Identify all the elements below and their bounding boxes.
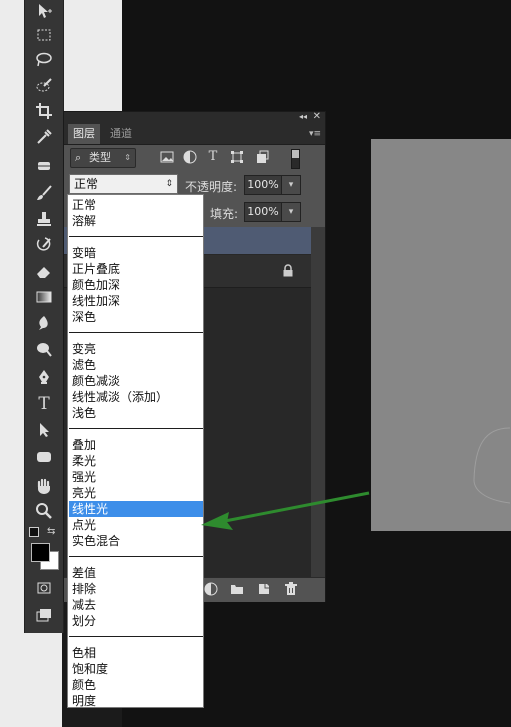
zoom-tool-icon[interactable] [25, 500, 63, 522]
blend-mode-option[interactable]: 线性光 [69, 501, 203, 517]
menu-separator [69, 636, 203, 637]
color-swatch-icon[interactable]: ⇆ [29, 525, 59, 570]
blend-mode-select[interactable]: 正常 ⇕ [69, 174, 178, 194]
adjustment-layer-icon[interactable] [204, 582, 218, 596]
lock-icon [283, 264, 293, 277]
blend-mode-option[interactable]: 排除 [69, 581, 203, 597]
blend-mode-option[interactable]: 实色混合 [69, 533, 203, 549]
pen-tool-icon[interactable] [25, 366, 63, 388]
path-selection-icon[interactable] [25, 419, 63, 441]
trash-icon[interactable] [284, 582, 298, 596]
filter-smart-object-icon[interactable] [255, 150, 269, 164]
blend-mode-option[interactable]: 线性减淡（添加） [69, 389, 203, 405]
blend-mode-option[interactable]: 颜色加深 [69, 277, 203, 293]
blend-mode-option[interactable]: 正片叠底 [69, 261, 203, 277]
panel-menu-icon[interactable]: ▾≡ [309, 129, 321, 139]
healing-brush-icon[interactable] [25, 155, 63, 177]
filter-shape-icon[interactable] [230, 150, 244, 164]
clone-stamp-icon[interactable] [25, 208, 63, 230]
fill-label: 填充: [210, 207, 239, 221]
filter-kind-label: 类型 [89, 151, 111, 164]
blend-mode-option[interactable]: 滤色 [69, 357, 203, 373]
crop-tool-icon[interactable] [25, 100, 63, 122]
blend-mode-dropdown: 正常 溶解变暗 正片叠底 颜色加深 线性加深 深色变亮 滤色 颜色减淡 线性减淡（添加） 浅色叠加… [67, 194, 204, 708]
tools-panel: T ⇆ [24, 0, 64, 633]
updown-arrow-icon: ⇕ [124, 153, 131, 162]
blend-mode-option[interactable]: 点光 [69, 517, 203, 533]
menu-separator [69, 236, 203, 237]
panel-title-bar[interactable]: ◂◂ ✕ [64, 111, 325, 124]
blend-mode-option[interactable]: 溶解 [69, 213, 203, 229]
eraser-icon[interactable] [25, 260, 63, 282]
collapse-icon[interactable]: ◂◂ [299, 112, 307, 121]
filter-type-icon[interactable]: T [206, 150, 220, 164]
menu-separator [69, 428, 203, 429]
blend-mode-option[interactable]: 颜色减淡 [69, 373, 203, 389]
document-curve [473, 427, 511, 504]
blend-mode-option[interactable]: 差值 [69, 565, 203, 581]
blend-mode-option[interactable]: 变亮 [69, 341, 203, 357]
gradient-tool-icon[interactable] [25, 286, 63, 308]
type-tool-icon[interactable]: T [25, 393, 63, 415]
eyedropper-icon[interactable] [25, 126, 63, 148]
new-layer-icon[interactable] [257, 582, 271, 596]
filter-kind-select[interactable]: ⌕ 类型 ⇕ [70, 148, 136, 168]
updown-arrow-icon: ⇕ [165, 179, 173, 189]
history-brush-icon[interactable] [25, 234, 63, 256]
blend-mode-value: 正常 [74, 177, 99, 191]
filter-toggle-switch[interactable] [291, 149, 300, 169]
blend-mode-option[interactable]: 色相 [69, 645, 203, 661]
tab-layers[interactable]: 图层 [68, 124, 100, 144]
blend-mode-option[interactable]: 浅色 [69, 405, 203, 421]
blend-mode-option[interactable]: 强光 [69, 469, 203, 485]
search-icon: ⌕ [75, 151, 82, 164]
fill-input[interactable]: 100% [244, 202, 282, 222]
move-tool-icon[interactable] [25, 0, 63, 22]
close-icon[interactable]: ✕ [313, 111, 321, 122]
blend-mode-option[interactable]: 正常 [69, 197, 203, 213]
rectangle-tool-icon[interactable] [25, 446, 63, 468]
layer-filter-row: ⌕ 类型 ⇕ T [64, 145, 325, 171]
blend-mode-option[interactable]: 亮光 [69, 485, 203, 501]
blend-mode-option[interactable]: 饱和度 [69, 661, 203, 677]
opacity-label: 不透明度: [185, 180, 238, 194]
quick-mask-icon[interactable] [25, 577, 63, 599]
filter-pixel-icon[interactable] [160, 150, 174, 164]
blend-mode-option[interactable]: 减去 [69, 597, 203, 613]
lasso-tool-icon[interactable] [25, 49, 63, 71]
blend-mode-option[interactable]: 柔光 [69, 453, 203, 469]
blend-mode-option[interactable]: 明度 [69, 693, 203, 709]
menu-separator [69, 332, 203, 333]
brush-tool-icon[interactable] [25, 182, 63, 204]
filter-adjustment-icon[interactable] [183, 150, 197, 164]
marquee-tool-icon[interactable] [25, 24, 63, 46]
blend-mode-option[interactable]: 划分 [69, 613, 203, 629]
screen-mode-icon[interactable] [25, 604, 63, 626]
new-group-icon[interactable] [230, 582, 244, 596]
blend-mode-option[interactable]: 颜色 [69, 677, 203, 693]
tab-channels[interactable]: 通道 [105, 124, 137, 144]
blur-tool-icon[interactable] [25, 312, 63, 334]
blend-mode-option[interactable]: 叠加 [69, 437, 203, 453]
opacity-input[interactable]: 100% [244, 175, 282, 195]
blend-mode-option[interactable]: 深色 [69, 309, 203, 325]
opacity-dropdown-button[interactable]: ▾ [281, 175, 301, 195]
fill-dropdown-button[interactable]: ▾ [281, 202, 301, 222]
menu-separator [69, 556, 203, 557]
dodge-tool-icon[interactable] [25, 338, 63, 360]
panel-tab-bar: 图层 通道 ▾≡ [64, 124, 325, 145]
blend-mode-option[interactable]: 线性加深 [69, 293, 203, 309]
quick-selection-icon[interactable] [25, 75, 63, 97]
blend-mode-option[interactable]: 变暗 [69, 245, 203, 261]
annotation-arrow [201, 491, 370, 530]
hand-tool-icon[interactable] [25, 475, 63, 497]
